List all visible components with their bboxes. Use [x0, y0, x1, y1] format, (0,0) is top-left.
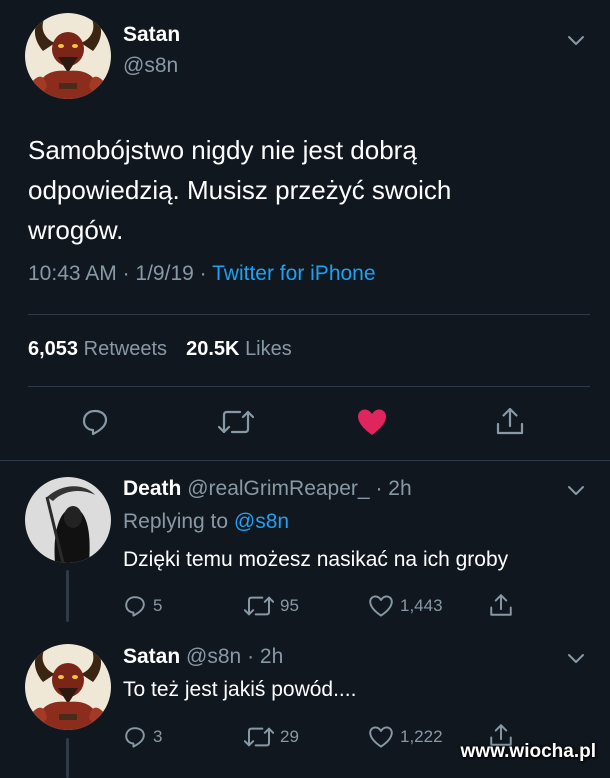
- tweet-date: 1/9/19: [135, 262, 194, 285]
- chevron-down-icon[interactable]: [566, 484, 586, 498]
- like-count: 1,222: [400, 727, 443, 746]
- meta-separator: ·: [199, 262, 207, 285]
- author-handle[interactable]: @s8n: [123, 54, 178, 78]
- reply-author-name[interactable]: Satan: [123, 645, 180, 668]
- reply-count: 5: [153, 596, 163, 615]
- retweet-count: 95: [280, 596, 299, 615]
- reply-text: To też jest jakiś powód....: [123, 678, 357, 701]
- retweet-action[interactable]: 95: [244, 594, 299, 618]
- section-divider: [0, 460, 610, 461]
- chevron-down-icon[interactable]: [566, 34, 586, 48]
- heart-outline-icon: [369, 726, 393, 748]
- reply-action[interactable]: 3: [123, 725, 162, 749]
- meta-separator: ·: [122, 262, 130, 285]
- watermark: www.wiocha.pl: [460, 741, 596, 762]
- tweet-stats: 6,053 Retweets 20.5K Likes: [28, 338, 292, 361]
- divider: [28, 314, 590, 315]
- reply-age: · 2h: [375, 477, 412, 500]
- tweet-meta: 10:43 AM · 1/9/19 · Twitter for iPhone: [28, 262, 376, 286]
- retweets-stat[interactable]: 6,053 Retweets: [28, 338, 173, 360]
- reply-header: Death @realGrimReaper_ · 2h: [123, 477, 412, 501]
- likes-label: Likes: [245, 338, 292, 360]
- replying-to-label: Replying to: [123, 510, 229, 533]
- satan-avatar[interactable]: [25, 13, 111, 99]
- reply-age: · 2h: [247, 645, 284, 668]
- retweet-icon: [244, 596, 274, 616]
- retweet-count: 29: [280, 727, 299, 746]
- thread-line: [66, 570, 69, 622]
- reply-action[interactable]: 5: [123, 594, 162, 618]
- satan-avatar[interactable]: [25, 644, 111, 730]
- like-count: 1,443: [400, 596, 443, 615]
- tweet-source-link[interactable]: Twitter for iPhone: [212, 262, 375, 285]
- reply-icon: [125, 727, 145, 748]
- replying-to: Replying to @s8n: [123, 510, 289, 534]
- likes-stat[interactable]: 20.5K Likes: [186, 338, 292, 360]
- retweets-label: Retweets: [83, 338, 167, 360]
- reply-author-name[interactable]: Death: [123, 477, 181, 500]
- share-icon[interactable]: [494, 405, 526, 437]
- retweets-count: 6,053: [28, 338, 79, 360]
- author-name[interactable]: Satan: [123, 23, 180, 47]
- reply-header: Satan @s8n · 2h: [123, 645, 283, 669]
- divider: [28, 386, 590, 387]
- reply-text: Dzięki temu możesz nasikać na ich groby: [123, 548, 509, 571]
- reply-count: 3: [153, 727, 163, 746]
- replying-to-handle[interactable]: @s8n: [234, 510, 289, 533]
- likes-count: 20.5K: [186, 338, 240, 360]
- tweet-time: 10:43 AM: [28, 262, 117, 285]
- reply-author-handle[interactable]: @realGrimReaper_: [187, 477, 369, 500]
- retweet-action[interactable]: 29: [244, 725, 299, 749]
- retweet-icon[interactable]: [218, 408, 254, 436]
- tweet-text: Samobójstwo nigdy nie jest dobrą odpowie…: [28, 135, 452, 245]
- retweet-icon: [244, 727, 274, 747]
- like-action[interactable]: 1,443: [368, 594, 443, 618]
- reply-author-handle[interactable]: @s8n: [186, 645, 241, 668]
- heart-outline-icon: [369, 595, 393, 617]
- death-avatar[interactable]: [25, 477, 111, 563]
- reply-icon[interactable]: [80, 407, 110, 437]
- chevron-down-icon[interactable]: [566, 652, 586, 666]
- like-action[interactable]: 1,222: [368, 725, 443, 749]
- reply-icon: [125, 596, 145, 617]
- share-icon[interactable]: [488, 592, 514, 618]
- thread-line: [66, 738, 69, 778]
- heart-icon[interactable]: [356, 407, 388, 437]
